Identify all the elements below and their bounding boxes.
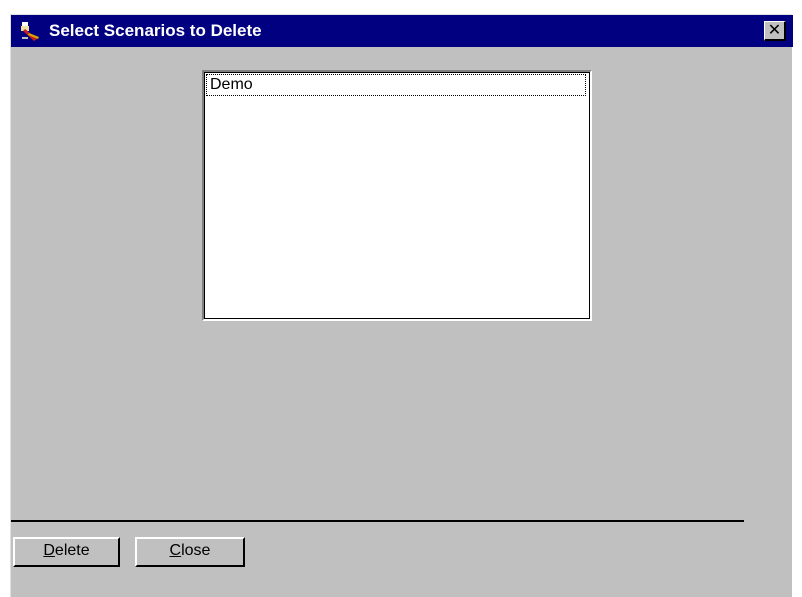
title-bar[interactable]: Select Scenarios to Delete ✕: [11, 15, 793, 47]
list-item[interactable]: Demo: [206, 74, 586, 96]
delete-button[interactable]: Delete: [13, 537, 120, 567]
close-mnemonic: C: [169, 542, 182, 559]
separator-line: [11, 520, 744, 522]
window-title: Select Scenarios to Delete: [49, 21, 262, 40]
dialog-window: Select Scenarios to Delete ✕ Demo Delete…: [10, 14, 793, 597]
delete-mnemonic: D: [43, 542, 55, 559]
close-icon[interactable]: ✕: [764, 21, 786, 41]
close-button[interactable]: Close: [135, 537, 245, 567]
scenario-listbox[interactable]: Demo: [202, 70, 592, 321]
close-label: lose: [181, 542, 211, 559]
app-icon: [19, 19, 43, 43]
delete-label: elete: [54, 542, 90, 559]
